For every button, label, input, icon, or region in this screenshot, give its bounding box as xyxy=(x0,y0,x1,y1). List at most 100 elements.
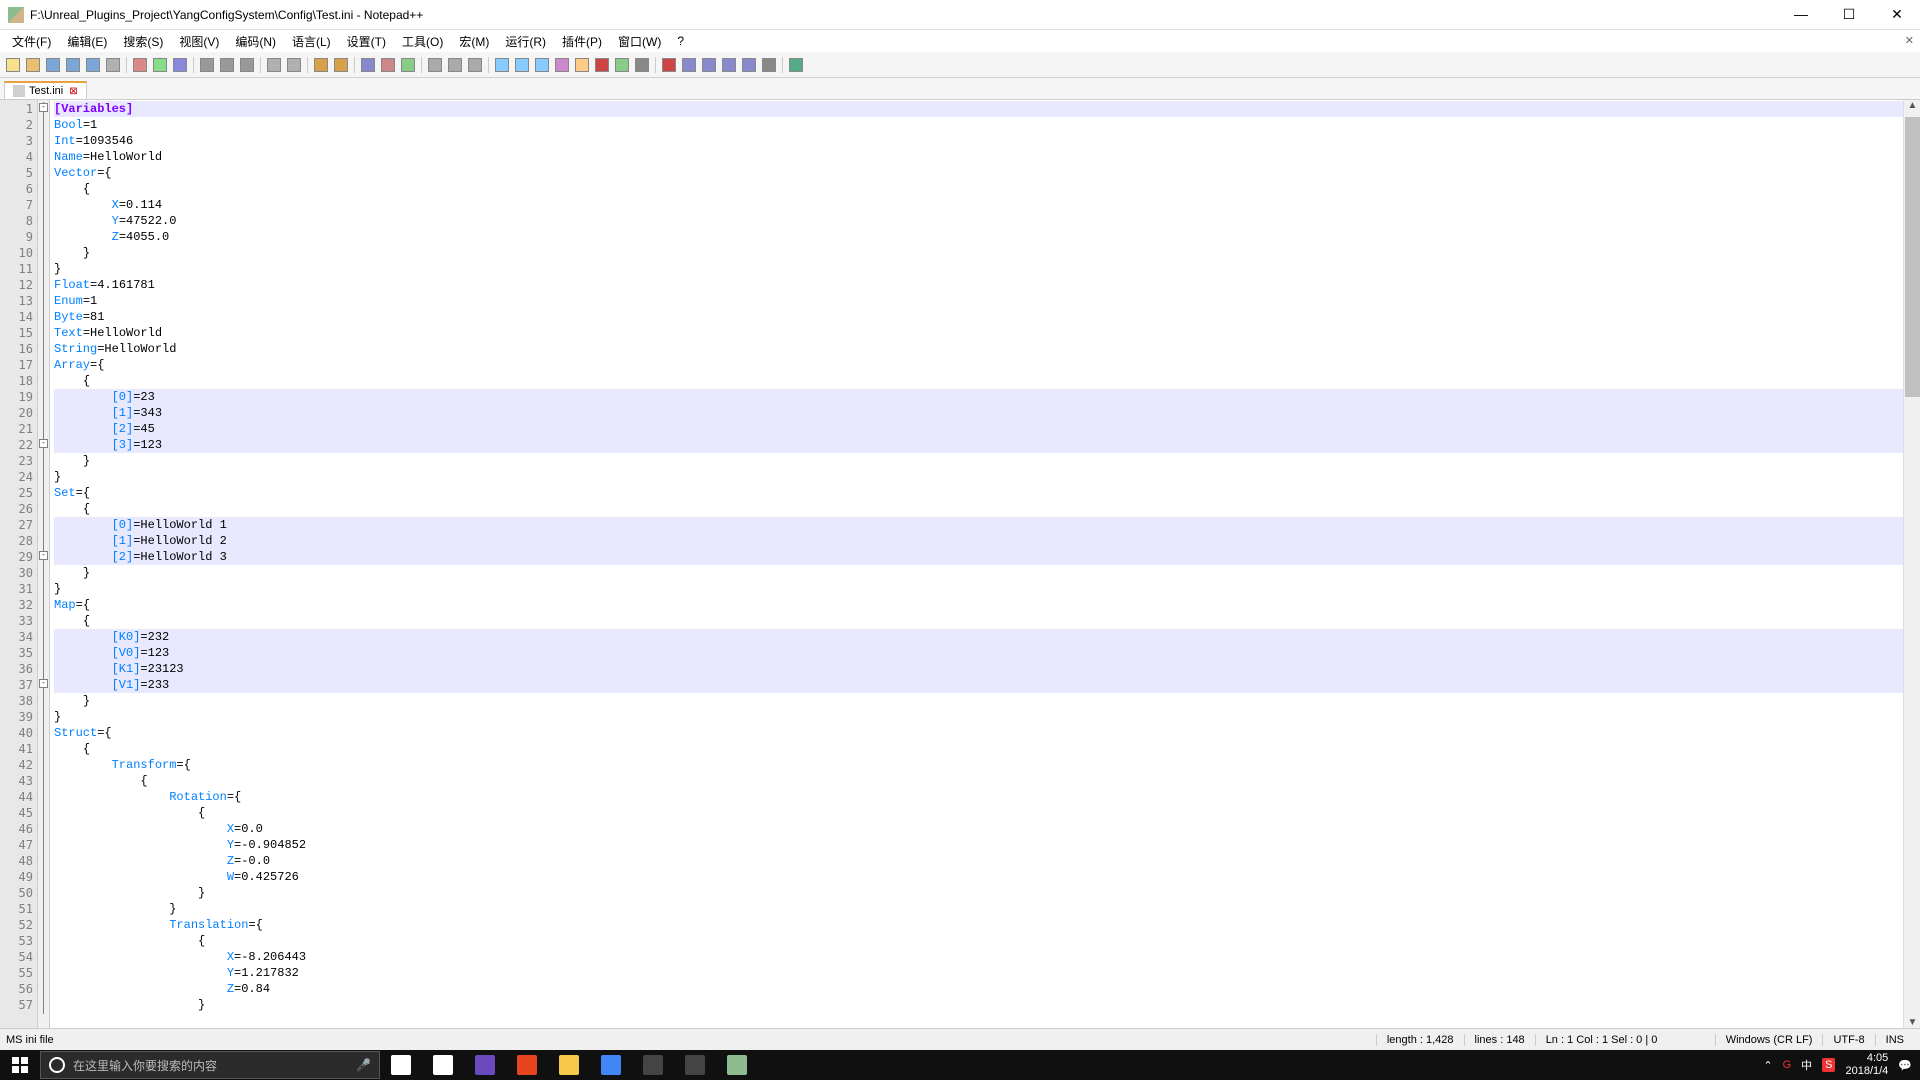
toolbar-button-8[interactable] xyxy=(151,56,169,74)
toolbar-button-35[interactable] xyxy=(613,56,631,74)
taskbar-clock[interactable]: 4:05 2018/1/4 xyxy=(1845,1052,1888,1078)
code-line[interactable]: } xyxy=(54,245,1920,261)
code-line[interactable]: Y=1.217832 xyxy=(54,965,1920,981)
toolbar-button-21[interactable] xyxy=(359,56,377,74)
code-line[interactable]: Byte=81 xyxy=(54,309,1920,325)
menu-item-6[interactable]: 设置(T) xyxy=(341,31,392,52)
code-line[interactable]: Float=4.161781 xyxy=(54,277,1920,293)
toolbar-button-40[interactable] xyxy=(700,56,718,74)
code-line[interactable]: Name=HelloWorld xyxy=(54,149,1920,165)
code-line[interactable]: } xyxy=(54,709,1920,725)
secondary-close-button[interactable]: ✕ xyxy=(1905,34,1914,47)
code-line[interactable]: Text=HelloWorld xyxy=(54,325,1920,341)
code-line[interactable]: Z=0.84 xyxy=(54,981,1920,997)
toolbar-button-25[interactable] xyxy=(426,56,444,74)
code-line[interactable]: Int=1093546 xyxy=(54,133,1920,149)
tray-chevron-icon[interactable]: ⌃ xyxy=(1763,1059,1772,1072)
toolbar-button-19[interactable] xyxy=(332,56,350,74)
close-button[interactable]: ✕ xyxy=(1882,6,1912,23)
calculator-icon[interactable] xyxy=(422,1050,464,1080)
toolbar-button-9[interactable] xyxy=(171,56,189,74)
toolbar-button-11[interactable] xyxy=(198,56,216,74)
toolbar-button-0[interactable] xyxy=(4,56,22,74)
menu-item-8[interactable]: 宏(M) xyxy=(453,31,495,52)
code-line[interactable]: [0]=23 xyxy=(54,389,1920,405)
toolbar-button-39[interactable] xyxy=(680,56,698,74)
code-line[interactable]: { xyxy=(54,805,1920,821)
code-line[interactable]: Map={ xyxy=(54,597,1920,613)
code-line[interactable]: } xyxy=(54,261,1920,277)
menu-item-0[interactable]: 文件(F) xyxy=(6,31,57,52)
code-line[interactable]: } xyxy=(54,885,1920,901)
code-line[interactable]: W=0.425726 xyxy=(54,869,1920,885)
toolbar-button-45[interactable] xyxy=(787,56,805,74)
code-line[interactable]: Y=47522.0 xyxy=(54,213,1920,229)
code-line[interactable]: { xyxy=(54,613,1920,629)
task-view-icon[interactable] xyxy=(380,1050,422,1080)
code-line[interactable]: X=0.0 xyxy=(54,821,1920,837)
toolbar-button-26[interactable] xyxy=(446,56,464,74)
mic-icon[interactable]: 🎤 xyxy=(356,1058,371,1072)
toolbar-button-33[interactable] xyxy=(573,56,591,74)
code-line[interactable]: [1]=343 xyxy=(54,405,1920,421)
code-line[interactable]: [Variables] xyxy=(54,101,1920,117)
code-line[interactable]: { xyxy=(54,181,1920,197)
fold-toggle[interactable]: - xyxy=(39,551,48,560)
code-line[interactable]: } xyxy=(54,901,1920,917)
visualstudio-icon[interactable] xyxy=(464,1050,506,1080)
code-line[interactable]: { xyxy=(54,501,1920,517)
toolbar-button-12[interactable] xyxy=(218,56,236,74)
menu-item-3[interactable]: 视图(V) xyxy=(173,31,225,52)
code-line[interactable]: X=0.114 xyxy=(54,197,1920,213)
toolbar-button-7[interactable] xyxy=(131,56,149,74)
start-button[interactable] xyxy=(0,1050,40,1080)
taskbar-search[interactable]: 在这里输入你要搜索的内容 🎤 xyxy=(40,1051,380,1079)
code-line[interactable]: } xyxy=(54,453,1920,469)
code-line[interactable]: Array={ xyxy=(54,357,1920,373)
code-line[interactable]: { xyxy=(54,741,1920,757)
code-line[interactable]: { xyxy=(54,773,1920,789)
fold-toggle[interactable]: - xyxy=(39,439,48,448)
menu-item-4[interactable]: 编码(N) xyxy=(229,31,282,52)
explorer-icon[interactable] xyxy=(548,1050,590,1080)
menu-item-5[interactable]: 语言(L) xyxy=(286,31,337,52)
code-line[interactable]: [2]=HelloWorld 3 xyxy=(54,549,1920,565)
menu-item-7[interactable]: 工具(O) xyxy=(396,31,449,52)
code-line[interactable]: [3]=123 xyxy=(54,437,1920,453)
code-line[interactable]: Translation={ xyxy=(54,917,1920,933)
toolbar-button-34[interactable] xyxy=(593,56,611,74)
epic-icon[interactable] xyxy=(632,1050,674,1080)
code-line[interactable]: [0]=HelloWorld 1 xyxy=(54,517,1920,533)
code-line[interactable]: } xyxy=(54,693,1920,709)
code-line[interactable]: } xyxy=(54,565,1920,581)
toolbar-button-1[interactable] xyxy=(24,56,42,74)
fold-toggle[interactable]: - xyxy=(39,679,48,688)
unreal-icon[interactable] xyxy=(674,1050,716,1080)
menu-item-12[interactable]: ? xyxy=(671,32,690,50)
vertical-scrollbar[interactable]: ▲ ▼ xyxy=(1903,100,1920,1032)
code-line[interactable]: [V0]=123 xyxy=(54,645,1920,661)
code-line[interactable]: Y=-0.904852 xyxy=(54,837,1920,853)
toolbar-button-43[interactable] xyxy=(760,56,778,74)
notifications-icon[interactable]: 💬 xyxy=(1898,1059,1912,1072)
code-line[interactable]: { xyxy=(54,933,1920,949)
code-line[interactable]: } xyxy=(54,997,1920,1013)
toolbar-button-42[interactable] xyxy=(740,56,758,74)
menu-item-9[interactable]: 运行(R) xyxy=(499,31,552,52)
menu-item-10[interactable]: 插件(P) xyxy=(556,31,608,52)
tray-icon[interactable]: G xyxy=(1783,1059,1792,1071)
code-line[interactable]: X=-8.206443 xyxy=(54,949,1920,965)
toolbar-button-4[interactable] xyxy=(84,56,102,74)
app-icon[interactable] xyxy=(506,1050,548,1080)
code-line[interactable]: [K0]=232 xyxy=(54,629,1920,645)
toolbar-button-41[interactable] xyxy=(720,56,738,74)
code-line[interactable]: Enum=1 xyxy=(54,293,1920,309)
toolbar-button-29[interactable] xyxy=(493,56,511,74)
maximize-button[interactable]: ☐ xyxy=(1834,6,1864,23)
toolbar-button-36[interactable] xyxy=(633,56,651,74)
menu-item-1[interactable]: 编辑(E) xyxy=(61,31,113,52)
code-line[interactable]: Z=-0.0 xyxy=(54,853,1920,869)
toolbar-button-22[interactable] xyxy=(379,56,397,74)
fold-toggle[interactable]: - xyxy=(39,103,48,112)
code-area[interactable]: [Variables]Bool=1Int=1093546Name=HelloWo… xyxy=(50,100,1920,1032)
